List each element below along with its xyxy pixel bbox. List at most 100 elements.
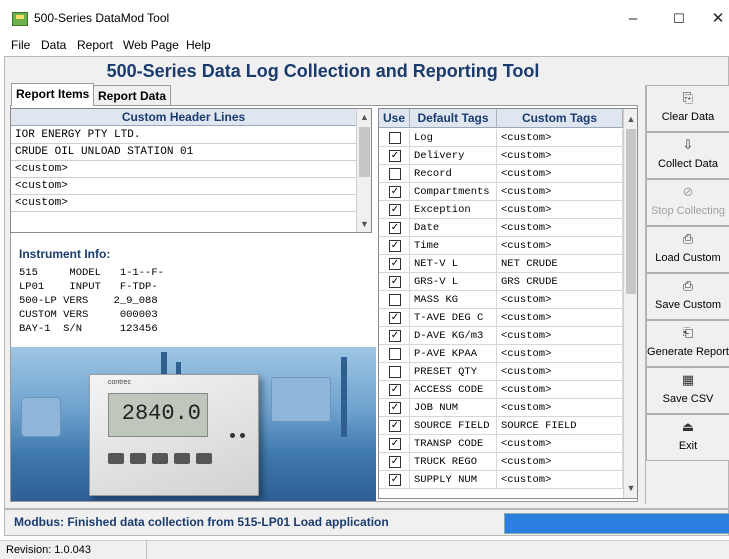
custom-tag-cell[interactable]: NET CRUDE bbox=[497, 255, 623, 273]
header-table-scrollbar[interactable]: ▲ ▼ bbox=[356, 109, 371, 232]
use-checkbox[interactable]: ✓ bbox=[389, 384, 401, 396]
clear-data-button[interactable]: ⎘ Clear Data bbox=[646, 85, 729, 132]
table-row: ✓ T-AVE DEG C <custom> bbox=[379, 309, 623, 327]
use-checkbox[interactable]: ✓ bbox=[389, 222, 401, 234]
minimize-button[interactable]: – bbox=[610, 6, 656, 32]
custom-tag-cell[interactable]: <custom> bbox=[497, 183, 623, 201]
use-checkbox[interactable] bbox=[389, 168, 401, 180]
scroll-up-icon[interactable]: ▲ bbox=[357, 109, 371, 125]
use-checkbox[interactable]: ✓ bbox=[389, 438, 401, 450]
custom-tag-cell[interactable]: <custom> bbox=[497, 147, 623, 165]
photo-tank bbox=[21, 397, 61, 437]
default-tag-cell: Exception bbox=[410, 201, 497, 219]
use-cell: ✓ bbox=[379, 381, 410, 399]
custom-tag-cell[interactable]: <custom> bbox=[497, 201, 623, 219]
tab-report-items[interactable]: Report Items bbox=[11, 83, 95, 106]
custom-tag-cell[interactable]: <custom> bbox=[497, 291, 623, 309]
device-brand: contrec bbox=[108, 379, 131, 386]
menu-file[interactable]: File bbox=[11, 38, 30, 52]
device-display: 2840.0 bbox=[108, 393, 208, 437]
scroll-thumb[interactable] bbox=[626, 129, 636, 294]
custom-tag-cell[interactable]: <custom> bbox=[497, 165, 623, 183]
scroll-down-icon[interactable]: ▼ bbox=[624, 480, 637, 496]
main-panel: 500-Series Data Log Collection and Repor… bbox=[4, 56, 729, 509]
use-cell bbox=[379, 165, 410, 183]
scroll-thumb[interactable] bbox=[359, 127, 370, 177]
device-key bbox=[196, 453, 212, 464]
custom-header-row[interactable]: <custom> bbox=[11, 178, 356, 195]
use-checkbox[interactable]: ✓ bbox=[389, 456, 401, 468]
use-checkbox[interactable]: ✓ bbox=[389, 276, 401, 288]
stop-collecting-button[interactable]: ⊘ Stop Collecting bbox=[646, 179, 729, 226]
custom-tag-cell[interactable]: <custom> bbox=[497, 309, 623, 327]
custom-tag-cell[interactable]: <custom> bbox=[497, 471, 623, 489]
load-custom-button[interactable]: ⎙ Load Custom bbox=[646, 226, 729, 273]
save-custom-button[interactable]: ⎙ Save Custom bbox=[646, 273, 729, 320]
use-checkbox[interactable] bbox=[389, 348, 401, 360]
use-cell: ✓ bbox=[379, 147, 410, 165]
status-message: Modbus: Finished data collection from 51… bbox=[14, 515, 389, 529]
menu-data[interactable]: Data bbox=[41, 38, 66, 52]
use-checkbox[interactable] bbox=[389, 132, 401, 144]
close-button[interactable]: ✕ bbox=[695, 6, 729, 32]
custom-tag-cell[interactable]: <custom> bbox=[497, 381, 623, 399]
use-cell: ✓ bbox=[379, 453, 410, 471]
clear-icon: ⎘ bbox=[682, 91, 694, 106]
title-bar: 500-Series DataMod Tool – ☐ ✕ bbox=[0, 0, 729, 36]
exit-button[interactable]: ⏏ Exit bbox=[646, 414, 729, 461]
custom-tag-cell[interactable]: SOURCE FIELD bbox=[497, 417, 623, 435]
custom-header-column-title: Custom Header Lines bbox=[11, 109, 356, 126]
default-tag-cell: Time bbox=[410, 237, 497, 255]
use-cell: ✓ bbox=[379, 183, 410, 201]
stop-icon: ⊘ bbox=[682, 185, 694, 200]
report-icon: ⎗ bbox=[682, 326, 694, 341]
custom-header-row[interactable]: <custom> bbox=[11, 195, 356, 212]
custom-tag-cell[interactable]: <custom> bbox=[497, 219, 623, 237]
use-checkbox[interactable]: ✓ bbox=[389, 186, 401, 198]
custom-tag-cell[interactable]: GRS CRUDE bbox=[497, 273, 623, 291]
column-header-custom-tags: Custom Tags bbox=[497, 109, 623, 128]
device-key bbox=[174, 453, 190, 464]
save-csv-button[interactable]: ▦ Save CSV bbox=[646, 367, 729, 414]
custom-tag-cell[interactable]: <custom> bbox=[497, 237, 623, 255]
use-cell: ✓ bbox=[379, 219, 410, 237]
custom-tag-cell[interactable]: <custom> bbox=[497, 399, 623, 417]
custom-tag-cell[interactable]: <custom> bbox=[497, 345, 623, 363]
use-checkbox[interactable]: ✓ bbox=[389, 240, 401, 252]
use-checkbox[interactable] bbox=[389, 366, 401, 378]
table-row: ✓ NET-V L NET CRUDE bbox=[379, 255, 623, 273]
custom-header-row[interactable]: CRUDE OIL UNLOAD STATION 01 bbox=[11, 144, 356, 161]
use-checkbox[interactable]: ✓ bbox=[389, 420, 401, 432]
revision-label: Revision: 1.0.043 bbox=[6, 544, 91, 556]
use-checkbox[interactable]: ✓ bbox=[389, 330, 401, 342]
custom-tag-cell[interactable]: <custom> bbox=[497, 435, 623, 453]
custom-tag-cell[interactable]: <custom> bbox=[497, 129, 623, 147]
use-checkbox[interactable]: ✓ bbox=[389, 402, 401, 414]
tags-table-scrollbar[interactable]: ▲ ▼ bbox=[623, 109, 637, 498]
use-checkbox[interactable]: ✓ bbox=[389, 258, 401, 270]
scroll-down-icon[interactable]: ▼ bbox=[357, 216, 371, 232]
table-row: ✓ SOURCE FIELD SOURCE FIELD bbox=[379, 417, 623, 435]
use-checkbox[interactable]: ✓ bbox=[389, 474, 401, 486]
scroll-up-icon[interactable]: ▲ bbox=[624, 111, 637, 127]
tab-report-data[interactable]: Report Data bbox=[93, 85, 172, 106]
menu-help[interactable]: Help bbox=[186, 38, 211, 52]
table-row: Log <custom> bbox=[379, 129, 623, 147]
use-checkbox[interactable]: ✓ bbox=[389, 312, 401, 324]
device-led bbox=[240, 433, 245, 438]
use-checkbox[interactable]: ✓ bbox=[389, 150, 401, 162]
custom-header-row[interactable]: IOR ENERGY PTY LTD. bbox=[11, 127, 356, 144]
custom-tag-cell[interactable]: <custom> bbox=[497, 453, 623, 471]
use-checkbox[interactable]: ✓ bbox=[389, 204, 401, 216]
collect-data-button[interactable]: ⇩ Collect Data bbox=[646, 132, 729, 179]
custom-header-row[interactable]: <custom> bbox=[11, 161, 356, 178]
custom-tag-cell[interactable]: <custom> bbox=[497, 327, 623, 345]
default-tag-cell: NET-V L bbox=[410, 255, 497, 273]
custom-tag-cell[interactable]: <custom> bbox=[497, 363, 623, 381]
generate-report-button[interactable]: ⎗ Generate Report bbox=[646, 320, 729, 367]
use-cell bbox=[379, 129, 410, 147]
menu-web-page[interactable]: Web Page bbox=[123, 38, 179, 52]
menu-report[interactable]: Report bbox=[77, 38, 113, 52]
use-checkbox[interactable] bbox=[389, 294, 401, 306]
default-tag-cell: Log bbox=[410, 129, 497, 147]
